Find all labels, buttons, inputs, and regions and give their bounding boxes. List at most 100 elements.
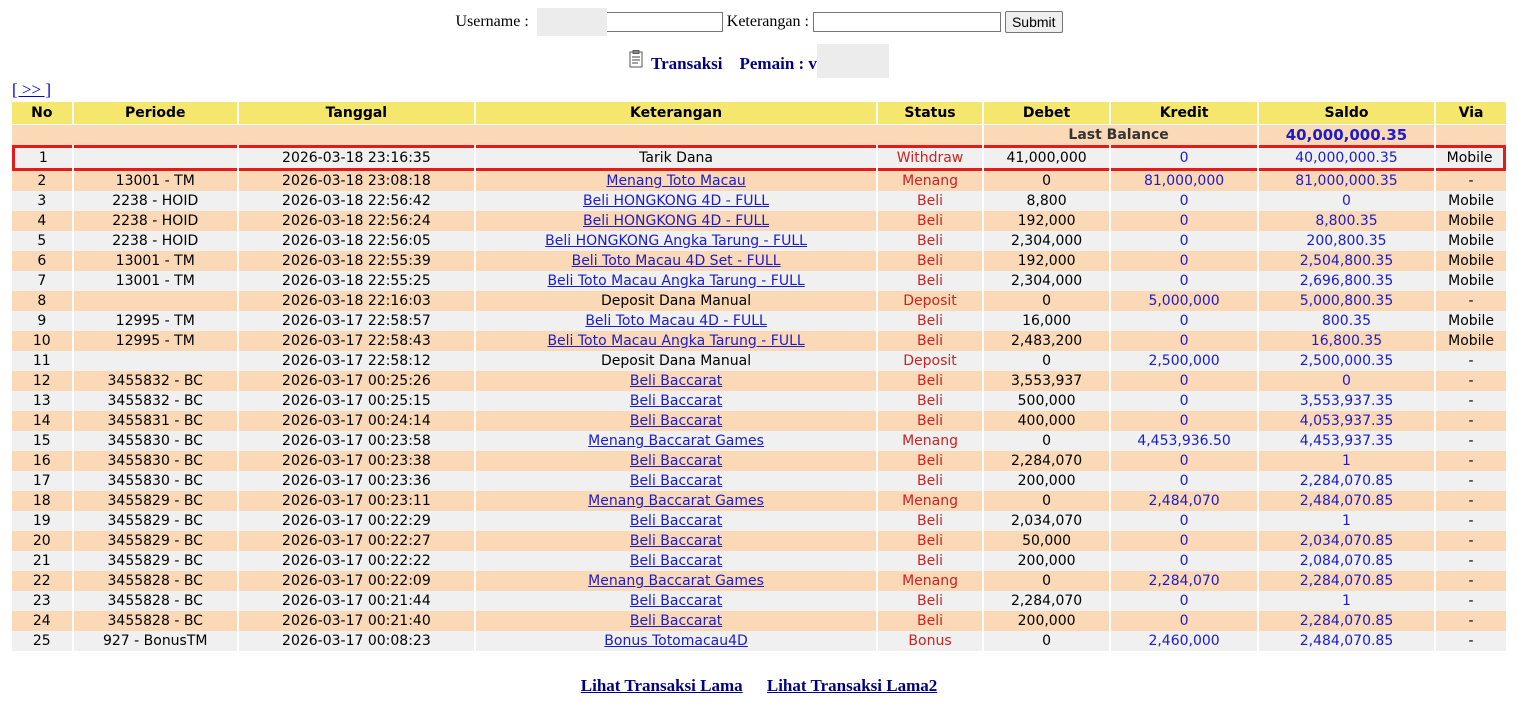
row-debet: 0: [983, 351, 1110, 371]
keterangan-input[interactable]: [812, 12, 1001, 32]
row-keterangan-link[interactable]: Beli Toto Macau 4D Set - FULL: [572, 253, 781, 269]
keterangan-label: Keterangan :: [726, 13, 809, 30]
row-kredit: 0: [1111, 471, 1257, 491]
row-status: Beli: [878, 231, 982, 251]
row-status: Beli: [878, 471, 982, 491]
row-debet: 500,000: [983, 391, 1110, 411]
row-keterangan-link[interactable]: Menang Baccarat Games: [588, 433, 764, 449]
table-row: 5 2238 - HOID 2026-03-18 22:56:05 Beli HONG…: [12, 231, 1506, 251]
row-via: Mobile: [1436, 231, 1506, 251]
row-keterangan-link[interactable]: Beli Baccarat: [630, 593, 722, 609]
row-no: 1: [12, 145, 72, 171]
row-kredit: 81,000,000: [1111, 171, 1257, 191]
row-keterangan-link[interactable]: Menang Baccarat Games: [588, 573, 764, 589]
row-debet: 3,553,937: [983, 371, 1110, 391]
row-no: 22: [12, 571, 72, 591]
row-keterangan-link[interactable]: Beli Toto Macau Angka Tarung - FULL: [547, 333, 804, 349]
row-keterangan-link[interactable]: Menang Toto Macau: [606, 173, 745, 189]
header-no: No: [12, 102, 72, 125]
row-keterangan: Deposit Dana Manual: [475, 351, 877, 371]
row-debet: 50,000: [983, 531, 1110, 551]
row-keterangan-link[interactable]: Beli Baccarat: [630, 373, 722, 389]
row-keterangan-link[interactable]: Beli Baccarat: [630, 553, 722, 569]
row-keterangan-link[interactable]: Beli Toto Macau Angka Tarung - FULL: [547, 273, 804, 289]
row-via: Mobile: [1436, 251, 1506, 271]
row-debet: 0: [983, 571, 1110, 591]
old-transactions-link-2[interactable]: Lihat Transaksi Lama2: [767, 676, 937, 695]
table-row: 9 12995 - TM 2026-03-17 22:58:57 Beli Toto …: [12, 311, 1506, 331]
row-kredit: 2,460,000: [1111, 631, 1257, 651]
row-debet: 192,000: [983, 211, 1110, 231]
footer-links: Lihat Transaksi Lama Lihat Transaksi Lam…: [0, 676, 1518, 696]
row-keterangan-link[interactable]: Beli Baccarat: [630, 533, 722, 549]
row-kredit: 0: [1111, 451, 1257, 471]
row-kredit: 0: [1111, 191, 1257, 211]
table-row: 10 12995 - TM 2026-03-17 22:58:43 Beli Toto…: [12, 331, 1506, 351]
row-status: Beli: [878, 311, 982, 331]
row-keterangan-link[interactable]: Beli Toto Macau 4D - FULL: [585, 313, 767, 329]
table-row: 12 3455832 - BC 2026-03-17 00:25:26 Beli Ba…: [12, 371, 1506, 391]
row-tanggal: 2026-03-17 00:21:44: [238, 591, 474, 611]
table-row: 24 3455828 - BC 2026-03-17 00:21:40 Beli Ba…: [12, 611, 1506, 631]
row-keterangan-link[interactable]: Beli Baccarat: [630, 613, 722, 629]
row-tanggal: 2026-03-18 22:16:03: [238, 291, 474, 311]
row-keterangan-link[interactable]: Beli HONGKONG 4D - FULL: [583, 193, 769, 209]
row-periode: 3455830 - BC: [73, 431, 237, 451]
row-keterangan: Menang Baccarat Games: [475, 571, 877, 591]
row-periode: 13001 - TM: [73, 171, 237, 191]
row-via: -: [1436, 391, 1506, 411]
table-row: 20 3455829 - BC 2026-03-17 00:22:27 Beli Ba…: [12, 531, 1506, 551]
row-periode: 3455832 - BC: [73, 371, 237, 391]
row-saldo: 2,284,070.85: [1258, 611, 1435, 631]
row-debet: 200,000: [983, 611, 1110, 631]
row-periode: 3455828 - BC: [73, 571, 237, 591]
table-row: 15 3455830 - BC 2026-03-17 00:23:58 Menang …: [12, 431, 1506, 451]
row-keterangan-link[interactable]: Menang Baccarat Games: [588, 493, 764, 509]
row-kredit: 5,000,000: [1111, 291, 1257, 311]
row-tanggal: 2026-03-17 00:23:36: [238, 471, 474, 491]
row-status: Beli: [878, 411, 982, 431]
table-row: 7 13001 - TM 2026-03-18 22:55:25 Beli Toto …: [12, 271, 1506, 291]
row-periode: 3455832 - BC: [73, 391, 237, 411]
row-keterangan-link[interactable]: Bonus Totomacau4D: [604, 633, 748, 649]
row-keterangan-link[interactable]: Beli Baccarat: [630, 513, 722, 529]
row-keterangan-link[interactable]: Beli Baccarat: [630, 453, 722, 469]
row-no: 8: [12, 291, 72, 311]
row-via: -: [1436, 611, 1506, 631]
row-via: Mobile: [1436, 271, 1506, 291]
table-row: 6 13001 - TM 2026-03-18 22:55:39 Beli Toto …: [12, 251, 1506, 271]
row-keterangan-link[interactable]: Beli Baccarat: [630, 413, 722, 429]
row-status: Deposit: [878, 291, 982, 311]
row-periode: 3455828 - BC: [73, 591, 237, 611]
row-no: 20: [12, 531, 72, 551]
next-page-link[interactable]: [ >> ]: [12, 80, 51, 100]
row-keterangan-link[interactable]: Beli HONGKONG Angka Tarung - FULL: [545, 233, 807, 249]
row-keterangan-link[interactable]: Beli Baccarat: [630, 473, 722, 489]
row-keterangan: Beli HONGKONG Angka Tarung - FULL: [475, 231, 877, 251]
old-transactions-link[interactable]: Lihat Transaksi Lama: [581, 676, 743, 695]
row-tanggal: 2026-03-17 22:58:57: [238, 311, 474, 331]
row-saldo: 4,453,937.35: [1258, 431, 1435, 451]
row-tanggal: 2026-03-17 00:23:11: [238, 491, 474, 511]
search-bar: Username : Keterangan : Submit: [0, 8, 1518, 36]
row-keterangan-link[interactable]: Beli Baccarat: [630, 393, 722, 409]
row-no: 19: [12, 511, 72, 531]
submit-button[interactable]: Submit: [1004, 11, 1063, 33]
row-saldo: 0: [1258, 191, 1435, 211]
row-keterangan-link[interactable]: Beli HONGKONG 4D - FULL: [583, 213, 769, 229]
row-no: 4: [12, 211, 72, 231]
row-status: Beli: [878, 331, 982, 351]
row-no: 2: [12, 171, 72, 191]
header-keterangan: Keterangan: [475, 102, 877, 125]
row-tanggal: 2026-03-17 00:25:15: [238, 391, 474, 411]
title-transaksi: Transaksi: [651, 53, 723, 73]
row-kredit: 0: [1111, 391, 1257, 411]
row-tanggal: 2026-03-18 23:16:35: [238, 145, 474, 171]
row-tanggal: 2026-03-17 00:21:40: [238, 611, 474, 631]
row-keterangan: Beli Toto Macau Angka Tarung - FULL: [475, 331, 877, 351]
row-kredit: 2,284,070: [1111, 571, 1257, 591]
row-status: Beli: [878, 611, 982, 631]
row-keterangan: Beli Toto Macau Angka Tarung - FULL: [475, 271, 877, 291]
row-keterangan: Beli Baccarat: [475, 511, 877, 531]
row-keterangan: Deposit Dana Manual: [475, 291, 877, 311]
